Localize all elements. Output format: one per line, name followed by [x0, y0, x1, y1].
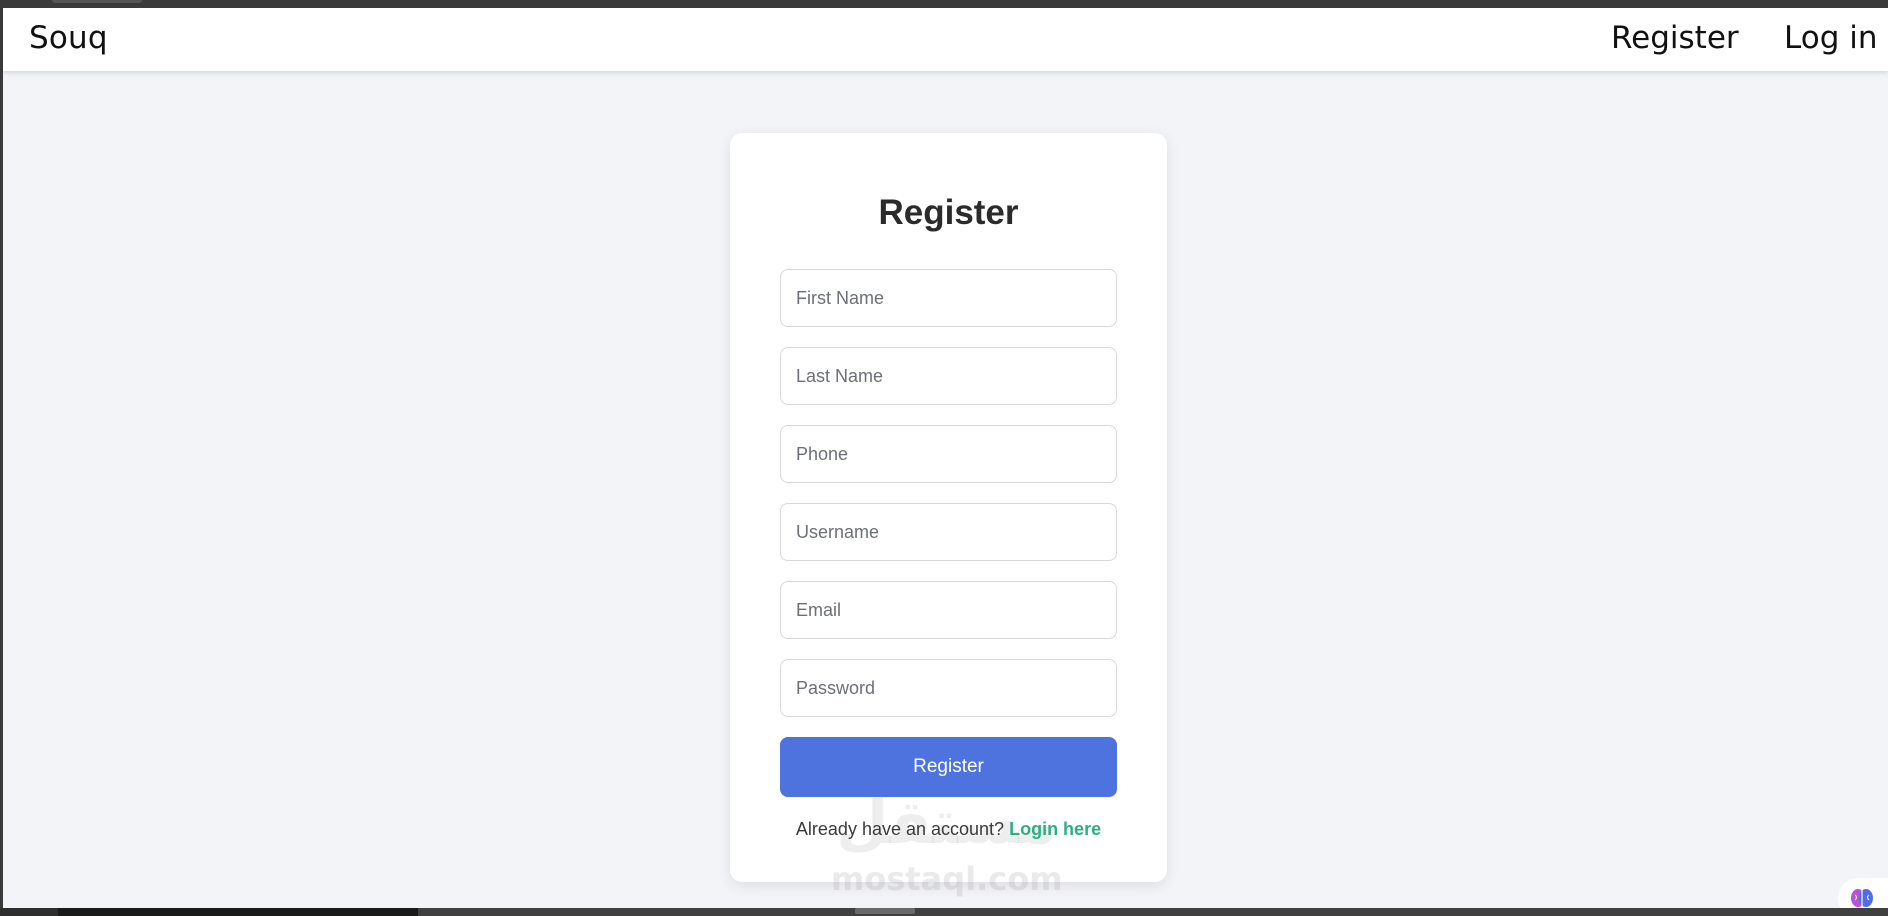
- password-input[interactable]: [780, 659, 1117, 717]
- login-prompt: Already have an account? Login here: [730, 819, 1167, 840]
- brain-icon: [1851, 889, 1873, 907]
- extension-button[interactable]: [1838, 878, 1888, 908]
- taskbar-segment: [58, 908, 418, 916]
- login-here-link[interactable]: Login here: [1009, 819, 1101, 839]
- register-submit-button[interactable]: Register: [780, 737, 1117, 797]
- scrollbar-thumb[interactable]: [855, 908, 915, 914]
- brand-logo[interactable]: Souq: [29, 20, 108, 56]
- navbar: Souq Register Log in: [3, 8, 1888, 71]
- browser-viewport: Souq Register Log in Register Register A…: [3, 8, 1888, 908]
- username-input[interactable]: [780, 503, 1117, 561]
- window-top-strip: [0, 0, 1888, 8]
- nav-register-link[interactable]: Register: [1611, 20, 1739, 56]
- nav-login-link[interactable]: Log in: [1784, 20, 1877, 56]
- email-input[interactable]: [780, 581, 1117, 639]
- phone-input[interactable]: [780, 425, 1117, 483]
- first-name-input[interactable]: [780, 269, 1117, 327]
- tab-indicator: [52, 0, 142, 3]
- window-bottom-bar: [0, 908, 1888, 916]
- register-card: Register Register Already have an accoun…: [730, 133, 1167, 882]
- login-prompt-text: Already have an account?: [795, 819, 1005, 839]
- page-title: Register: [878, 193, 1019, 232]
- last-name-input[interactable]: [780, 347, 1117, 405]
- taskbar-segment: [418, 908, 1888, 916]
